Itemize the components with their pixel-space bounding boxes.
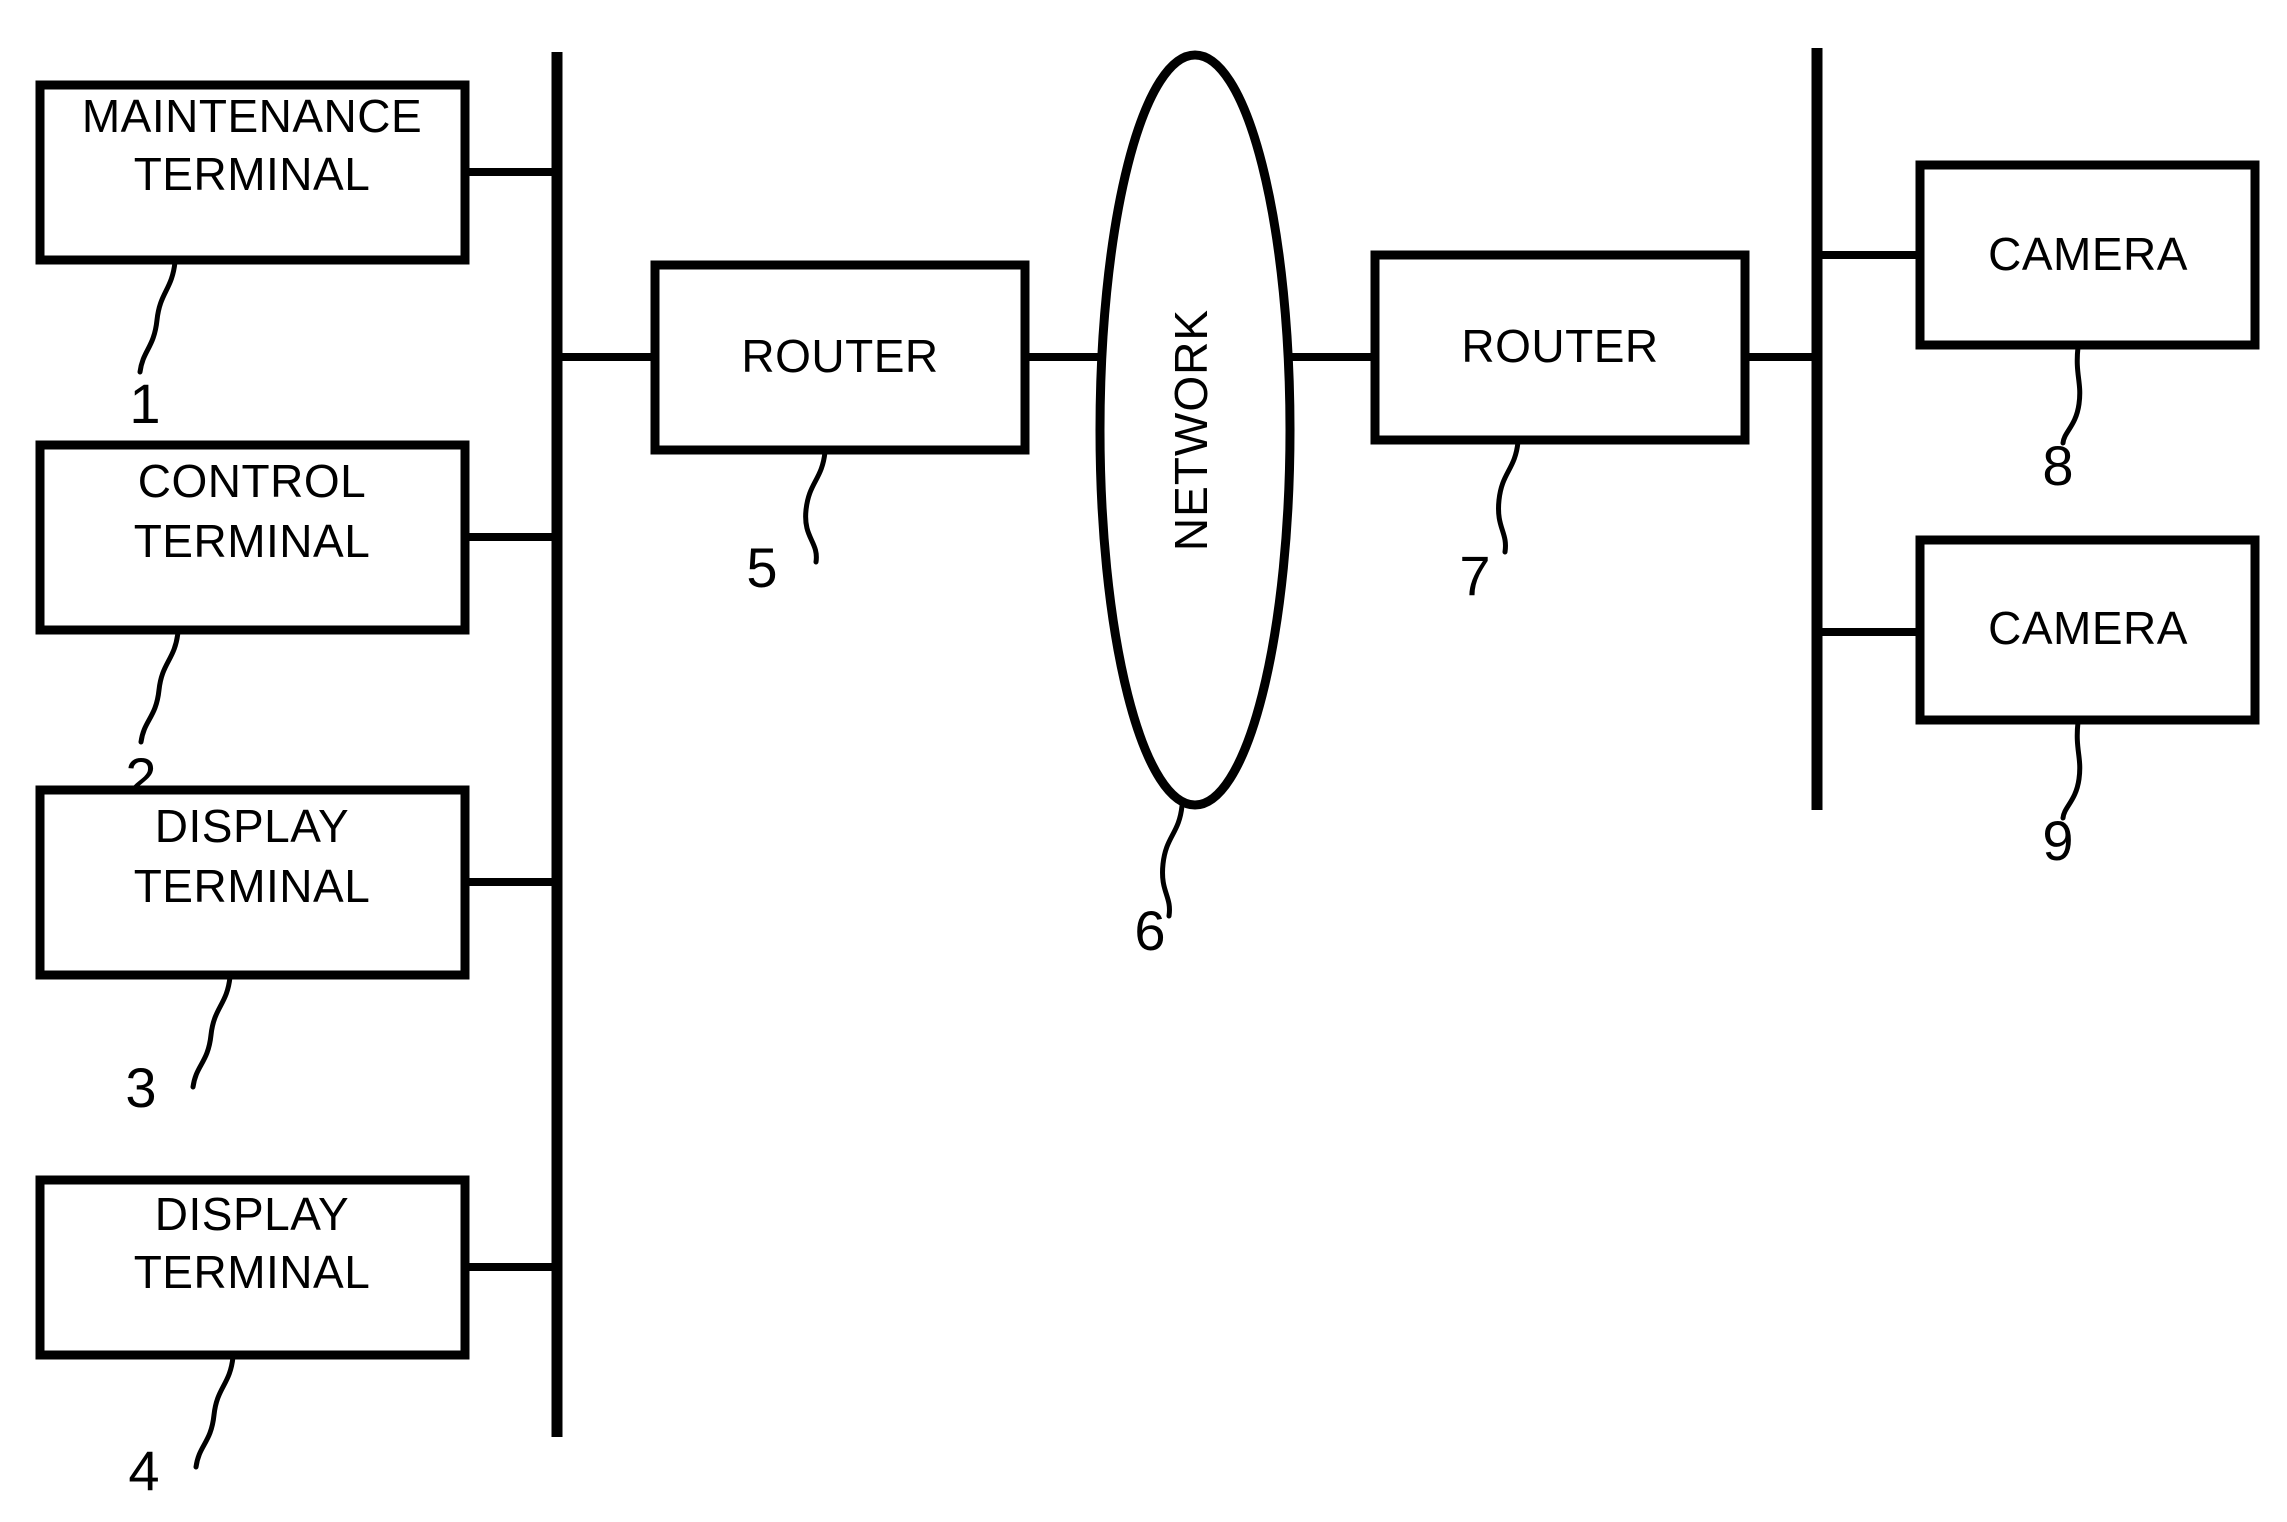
- router-left-ref-numeral: 5: [746, 536, 777, 599]
- maintenance-terminal-label-line1: MAINTENANCE: [82, 90, 422, 142]
- display-terminal-b-label-line2: TERMINAL: [134, 1246, 371, 1298]
- display-terminal-b-leader-line: [193, 1354, 236, 1470]
- camera-top-label: CAMERA: [1988, 228, 2188, 280]
- block-diagram: MAINTENANCE TERMINAL 1 CONTROL TERMINAL …: [35, 48, 2260, 1502]
- camera-bottom-ref-numeral: 9: [2042, 809, 2073, 872]
- router-right-label: ROUTER: [1461, 320, 1658, 372]
- camera-bottom-leader-line: [2060, 719, 2083, 821]
- display-terminal-a-leader-line: [190, 974, 233, 1090]
- network-label: NETWORK: [1165, 309, 1217, 551]
- camera-top-ref-numeral: 8: [2042, 434, 2073, 497]
- camera-top-leader-line: [2060, 344, 2083, 446]
- camera-bottom-label: CAMERA: [1988, 602, 2188, 654]
- display-terminal-a-ref-numeral: 3: [125, 1056, 156, 1119]
- network-ref-numeral: 6: [1134, 899, 1165, 962]
- display-terminal-b-ref-numeral: 4: [128, 1439, 159, 1502]
- display-terminal-a-label-line1: DISPLAY: [155, 800, 349, 852]
- control-terminal-label-line2: TERMINAL: [134, 515, 371, 567]
- router-left-leader-line: [803, 449, 828, 565]
- display-terminal-a-label-line2: TERMINAL: [134, 860, 371, 912]
- control-terminal-leader-line: [138, 629, 181, 745]
- maintenance-terminal-leader-line: [137, 259, 178, 375]
- router-right-leader-line: [1496, 439, 1521, 555]
- control-terminal-label-line1: CONTROL: [138, 455, 366, 507]
- display-terminal-b-label-line1: DISPLAY: [155, 1188, 349, 1240]
- figure-canvas: MAINTENANCE TERMINAL 1 CONTROL TERMINAL …: [0, 0, 2287, 1522]
- maintenance-terminal-ref-numeral: 1: [129, 372, 160, 435]
- router-left-label: ROUTER: [741, 330, 938, 382]
- maintenance-terminal-label-line2: TERMINAL: [134, 148, 371, 200]
- router-right-ref-numeral: 7: [1459, 544, 1490, 607]
